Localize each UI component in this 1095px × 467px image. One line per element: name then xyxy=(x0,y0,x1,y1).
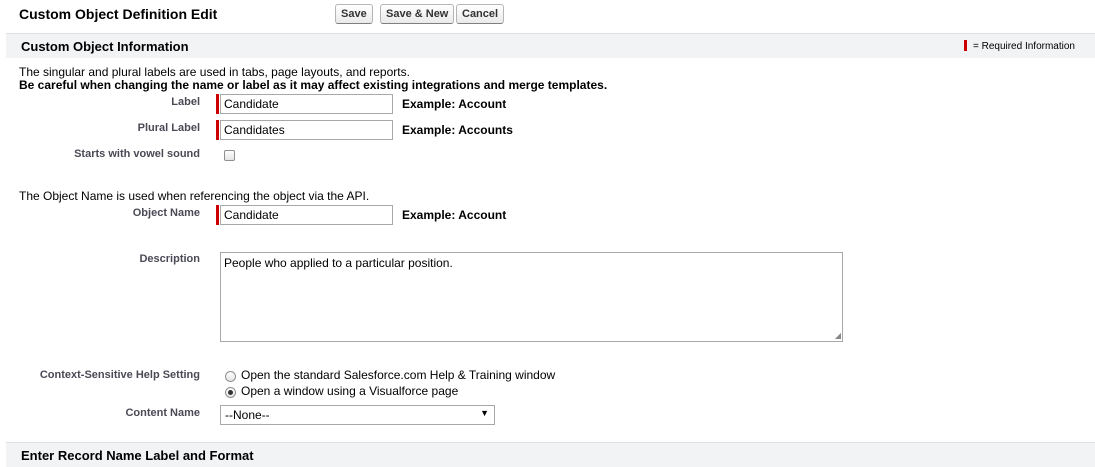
section-header-custom-object-information: Custom Object Information = Required Inf… xyxy=(6,33,1095,58)
help-option-standard-radio[interactable] xyxy=(225,371,236,382)
plural-label-example: Example: Accounts xyxy=(402,123,513,137)
page-title: Custom Object Definition Edit xyxy=(19,6,218,22)
save-button[interactable]: Save xyxy=(335,4,373,24)
description-label: Description xyxy=(139,253,200,265)
description-text: People who applied to a particular posit… xyxy=(224,256,453,270)
section-title: Custom Object Information xyxy=(21,39,189,54)
api-note-text: The Object Name is used when referencing… xyxy=(19,189,370,203)
cancel-button[interactable]: Cancel xyxy=(456,4,505,24)
help-option-visualforce-label[interactable]: Open a window using a Visualforce page xyxy=(241,384,458,398)
plural-label-input[interactable] xyxy=(220,120,393,140)
dropdown-arrow-icon: ▼ xyxy=(480,408,489,418)
description-textarea[interactable]: People who applied to a particular posit… xyxy=(220,252,843,342)
required-legend: = Required Information xyxy=(963,40,1075,52)
required-legend-text: = Required Information xyxy=(972,41,1075,52)
label-field-label: Label xyxy=(171,96,200,108)
section-title: Enter Record Name Label and Format xyxy=(21,448,254,463)
warning-text: Be careful when changing the name or lab… xyxy=(19,78,608,92)
intro-text: The singular and plural labels are used … xyxy=(19,65,410,79)
content-name-selected-value: --None-- xyxy=(225,408,270,422)
help-option-standard-label[interactable]: Open the standard Salesforce.com Help & … xyxy=(241,368,555,382)
vowel-sound-label: Starts with vowel sound xyxy=(74,148,200,160)
resize-grip-icon[interactable]: ◢ xyxy=(835,332,841,340)
required-indicator xyxy=(216,120,219,140)
label-input[interactable] xyxy=(220,94,393,114)
help-setting-label: Context-Sensitive Help Setting xyxy=(39,369,200,381)
plural-label-field-label: Plural Label xyxy=(137,122,200,134)
help-option-visualforce-radio[interactable] xyxy=(225,387,236,398)
object-name-example: Example: Account xyxy=(402,208,507,222)
object-name-field-label: Object Name xyxy=(132,207,200,219)
content-name-label: Content Name xyxy=(125,407,200,419)
section-header-record-name: Enter Record Name Label and Format xyxy=(6,442,1095,467)
vowel-sound-checkbox[interactable] xyxy=(224,150,235,161)
content-name-select[interactable]: --None-- ▼ xyxy=(220,405,495,425)
object-name-input[interactable] xyxy=(220,205,393,225)
required-indicator xyxy=(216,94,219,114)
required-indicator xyxy=(216,205,219,225)
save-and-new-button[interactable]: Save & New xyxy=(380,4,455,24)
required-marker-icon xyxy=(963,40,967,51)
label-example: Example: Account xyxy=(402,97,507,111)
